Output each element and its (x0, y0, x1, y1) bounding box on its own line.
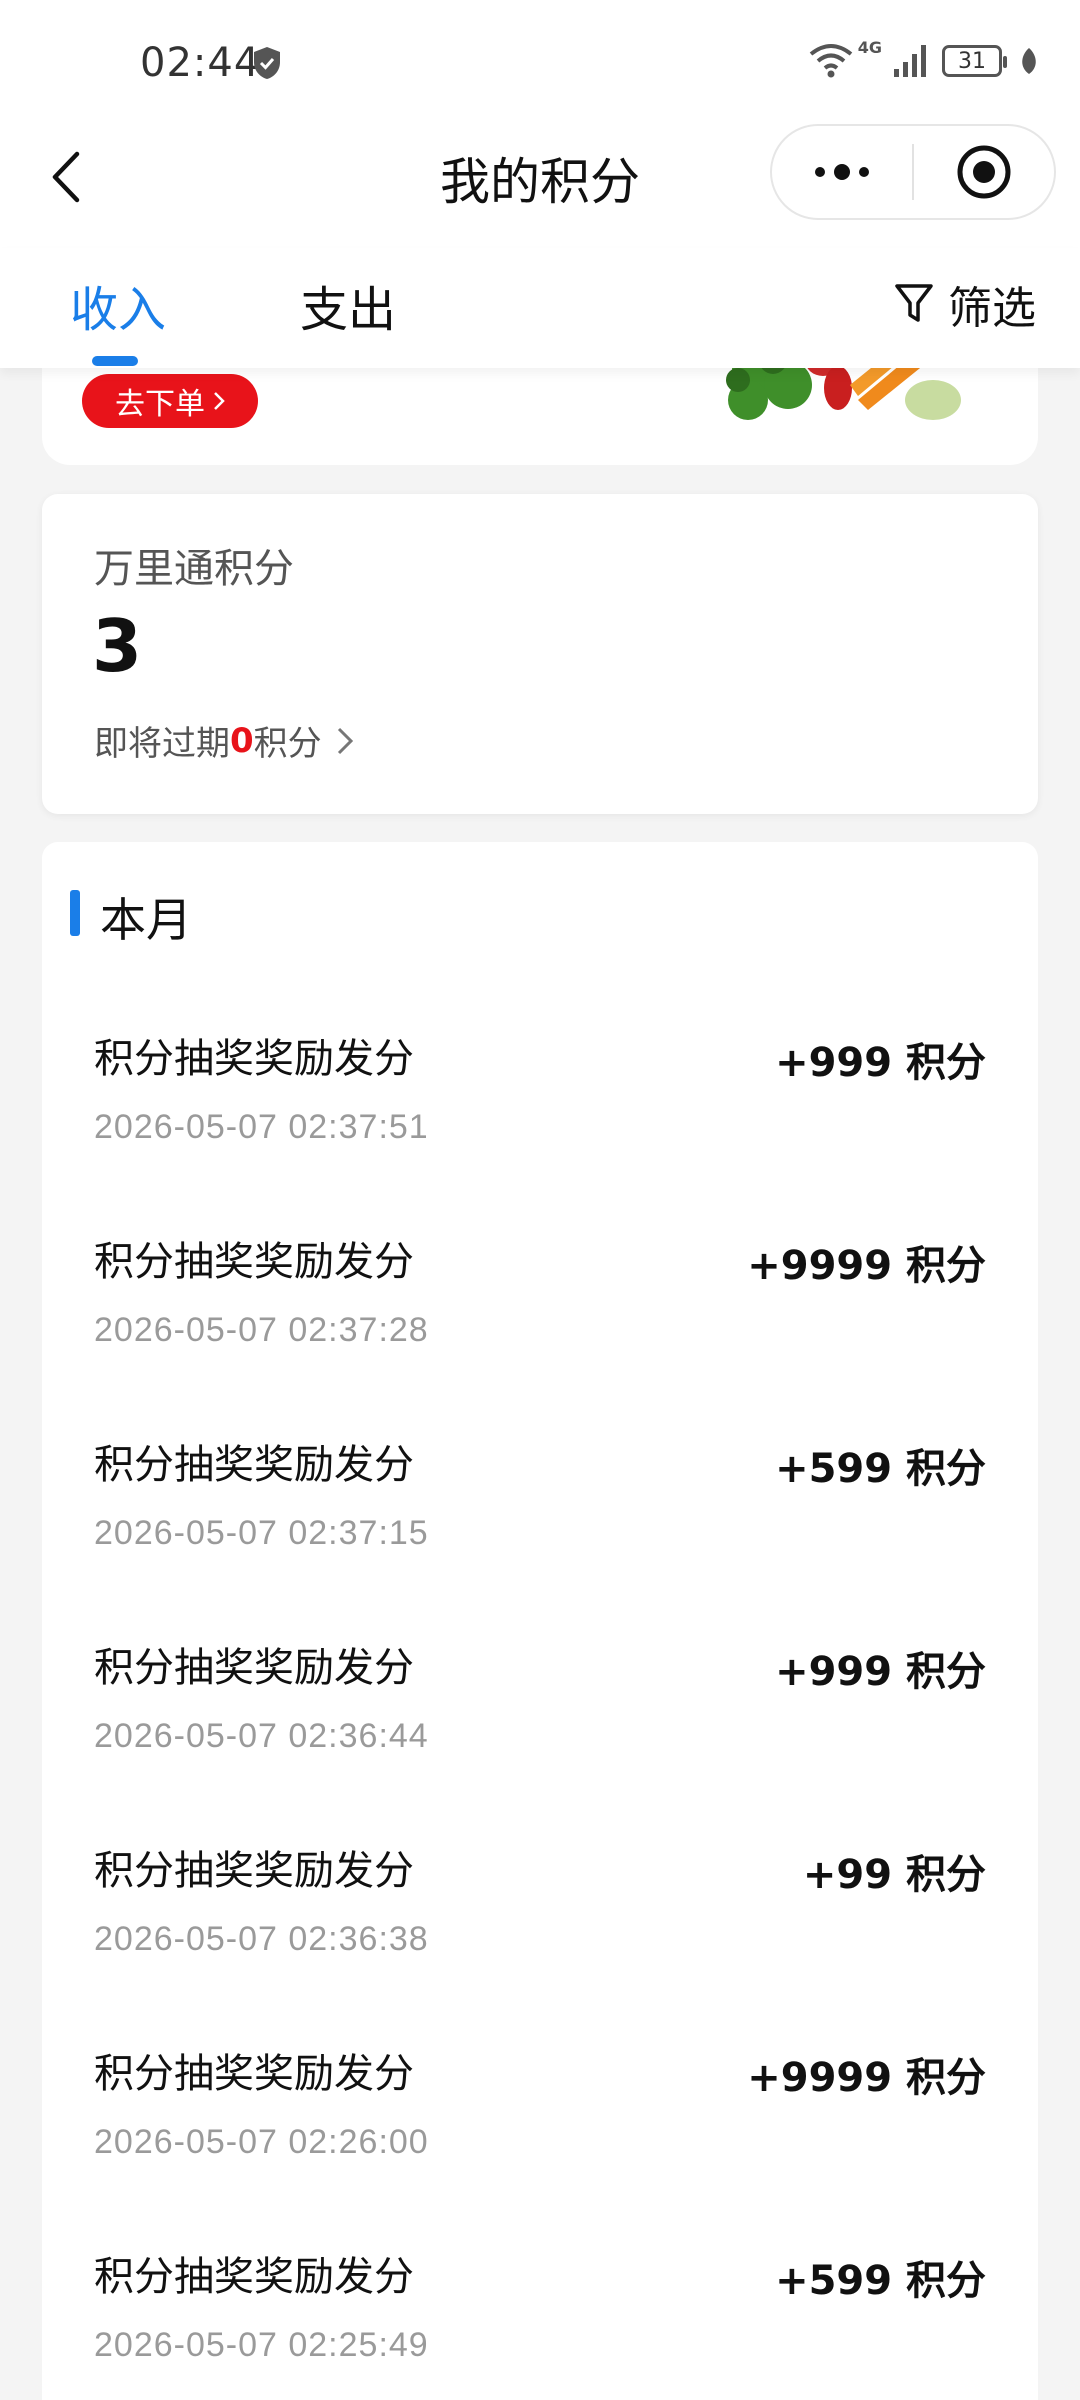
tab-expense[interactable]: 支出 (300, 270, 396, 340)
battery-icon: 31 (942, 45, 1007, 77)
section-title: 本月 (100, 893, 192, 947)
leaf-icon (1022, 48, 1036, 74)
item-time: 2026-05-07 02:36:38 (94, 1920, 429, 1958)
item-title: 积分抽奖奖励发分 (94, 1848, 414, 1894)
order-button-label: 去下单 (115, 387, 205, 422)
points-summary-card: 万里通积分 3 即将过期 0 积分 (42, 494, 1038, 814)
chevron-right-icon (214, 392, 225, 410)
signal-icon (894, 45, 926, 77)
item-title: 积分抽奖奖励发分 (94, 1239, 414, 1285)
more-dots-icon (815, 164, 869, 180)
miniapp-capsule (770, 124, 1056, 220)
status-bar: 02:44 4G 31 (0, 0, 1080, 130)
item-amount: +99 积分 (802, 1852, 986, 1898)
item-amount: +9999 积分 (747, 1243, 986, 1289)
item-amount: +999 积分 (775, 1649, 986, 1695)
item-amount: +599 积分 (775, 2258, 986, 2304)
status-time: 02:44 (140, 40, 261, 86)
item-title: 积分抽奖奖励发分 (94, 2254, 414, 2300)
filter-icon (895, 284, 933, 322)
wifi-icon (809, 44, 852, 78)
points-label: 万里通积分 (94, 546, 294, 592)
chevron-right-icon (337, 727, 353, 754)
item-title: 积分抽奖奖励发分 (94, 1036, 414, 1082)
points-balance: 3 (92, 604, 143, 688)
nav-bar: 我的积分 (0, 120, 1080, 250)
item-time: 2026-05-07 02:36:44 (94, 1717, 429, 1755)
item-time: 2026-05-07 02:25:49 (94, 2326, 429, 2364)
list-item[interactable]: 积分抽奖奖励发分 +599 积分 2026-05-07 02:37:15 (42, 1432, 1038, 1635)
list-item[interactable]: 积分抽奖奖励发分 +9999 积分 2026-05-07 02:37:28 (42, 1229, 1038, 1432)
list-item[interactable]: 积分抽奖奖励发分 +99 积分 2026-05-07 02:36:38 (42, 1838, 1038, 2041)
shield-icon (254, 47, 280, 79)
list-item[interactable]: 积分抽奖奖励发分 +999 积分 2026-05-07 02:37:51 (42, 1026, 1038, 1229)
item-time: 2026-05-07 02:37:15 (94, 1514, 429, 1552)
expire-count: 0 (230, 720, 254, 761)
list-item[interactable]: 积分抽奖奖励发分 +9999 积分 2026-05-07 02:26:00 (42, 2041, 1038, 2244)
item-title: 积分抽奖奖励发分 (94, 2051, 414, 2097)
tab-income[interactable]: 收入 (70, 270, 166, 340)
status-icons: 4G 31 (808, 38, 1040, 80)
item-time: 2026-05-07 02:26:00 (94, 2123, 429, 2161)
filter-button[interactable]: 筛选 (894, 272, 1036, 336)
tab-bar: 收入 支出 筛选 (0, 248, 1080, 368)
list-item[interactable]: 积分抽奖奖励发分 +999 积分 2026-05-07 02:36:44 (42, 1635, 1038, 1838)
list-item[interactable]: 积分抽奖奖励发分 +599 积分 2026-05-07 02:25:49 (42, 2244, 1038, 2400)
item-time: 2026-05-07 02:37:51 (94, 1108, 429, 1146)
item-time: 2026-05-07 02:37:28 (94, 1311, 429, 1349)
expire-prefix: 即将过期 (94, 724, 230, 764)
order-button[interactable]: 去下单 (82, 374, 258, 428)
network-type: 4G (857, 38, 882, 57)
close-miniapp-button[interactable] (914, 126, 1054, 218)
item-amount: +9999 积分 (747, 2055, 986, 2101)
item-amount: +599 积分 (775, 1446, 986, 1492)
expiring-points-link[interactable]: 即将过期 0 积分 (94, 716, 354, 765)
transaction-list: 本月 积分抽奖奖励发分 +999 积分 2026-05-07 02:37:51 … (42, 842, 1038, 2400)
section-marker (70, 890, 80, 936)
battery-level: 31 (958, 48, 986, 74)
more-button[interactable] (772, 126, 912, 218)
item-title: 积分抽奖奖励发分 (94, 1442, 414, 1488)
active-tab-indicator (92, 356, 138, 366)
filter-label: 筛选 (948, 283, 1036, 334)
target-icon (957, 145, 1011, 199)
item-amount: +999 积分 (775, 1040, 986, 1086)
expire-suffix: 积分 (253, 724, 322, 764)
item-title: 积分抽奖奖励发分 (94, 1645, 414, 1691)
